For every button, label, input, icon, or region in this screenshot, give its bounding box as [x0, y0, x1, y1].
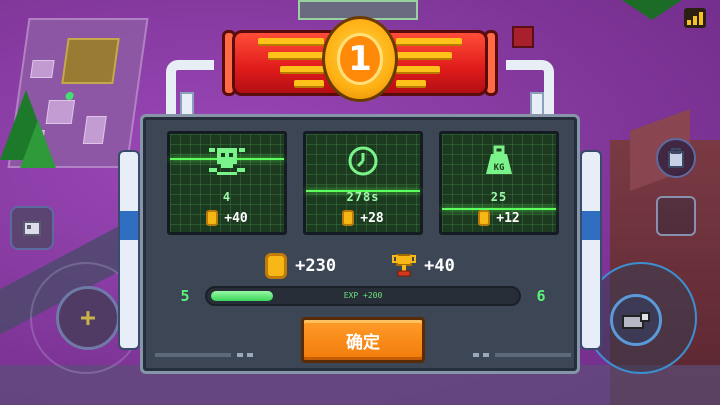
tree	[20, 120, 56, 168]
experience-gain-label: EXP +200	[343, 291, 383, 300]
experience-bar: EXP +200	[205, 286, 521, 306]
time-coin-reward: +28	[360, 210, 384, 226]
plus-icon: +	[80, 303, 96, 333]
movement-joystick[interactable]: +	[56, 286, 120, 350]
weight-value: 25	[490, 190, 508, 204]
skull-crossbones-icon	[170, 144, 284, 178]
kills-count: 4	[222, 190, 232, 204]
coin-icon	[265, 253, 288, 279]
signal-bars-icon	[684, 8, 706, 28]
coin-icon	[206, 210, 219, 226]
stat-card-time: 278s +28	[303, 131, 423, 235]
current-level: 5	[180, 287, 190, 305]
backpack-icon[interactable]	[656, 138, 696, 178]
coin-icon	[478, 210, 491, 226]
total-trophies: +40	[392, 253, 455, 279]
confirm-button[interactable]: 确定	[301, 317, 425, 363]
wing-right-icon	[396, 38, 468, 90]
total-coins-value: +230	[295, 256, 337, 276]
clock-icon	[306, 144, 420, 178]
weight-coin-reward: +12	[496, 210, 520, 226]
fire-button[interactable]	[610, 294, 662, 346]
stat-card-kills: 4 +40	[167, 131, 287, 235]
next-level: 6	[536, 287, 546, 305]
total-coins: +230	[265, 253, 336, 279]
coin-icon	[342, 210, 355, 226]
svg-text:KG: KG	[494, 163, 505, 173]
empty-slot-button[interactable]	[656, 196, 696, 236]
rank-number: 1	[337, 33, 383, 85]
kills-coin-reward: +40	[224, 210, 248, 226]
rank-medal: 1	[322, 16, 398, 102]
tree	[622, 0, 682, 20]
experience-row: 5 EXP +200 6	[171, 285, 555, 307]
cannon-icon	[622, 312, 650, 329]
stat-cards: 4 +40 278s +28 KG 25 +12	[167, 131, 559, 235]
trophy-icon	[392, 253, 417, 279]
reward-totals: +230 +40	[143, 253, 577, 279]
player-marker	[65, 92, 75, 100]
time-value: 278s	[346, 190, 380, 204]
match-result-panel: 4 +40 278s +28 KG 25 +12 +230 +40 5 EXP …	[140, 114, 580, 374]
wing-left-icon	[252, 38, 324, 90]
total-trophies-value: +40	[424, 256, 455, 276]
stat-card-weight: KG 25 +12	[439, 131, 559, 235]
cube-icon[interactable]	[10, 206, 54, 250]
weight-kg-icon: KG	[442, 144, 556, 178]
